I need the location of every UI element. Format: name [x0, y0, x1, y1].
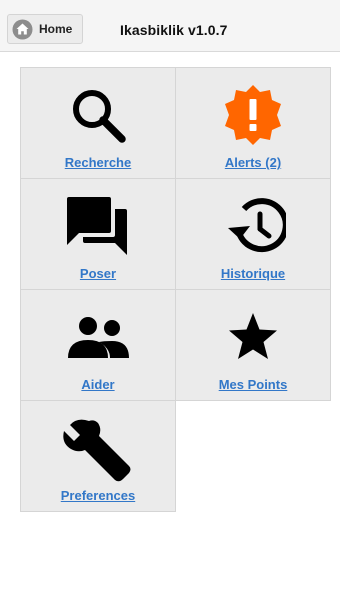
app-screen: Home Ikasbiklik v1.0.7 Recherche Alerts …: [0, 0, 340, 606]
search-icon: [63, 80, 133, 150]
tile-label-alerts[interactable]: Alerts (2): [176, 155, 330, 170]
home-button[interactable]: Home: [7, 14, 83, 44]
chat-bubbles-icon: [63, 191, 133, 261]
app-title: Ikasbiklik v1.0.7: [120, 22, 228, 38]
home-icon: [12, 19, 33, 40]
tile-preferences[interactable]: Preferences: [20, 400, 176, 512]
tile-label-mes-points[interactable]: Mes Points: [176, 377, 330, 392]
tile-label-historique[interactable]: Historique: [176, 266, 330, 281]
tile-aider[interactable]: Aider: [20, 289, 176, 401]
people-icon: [63, 302, 133, 372]
tile-label-poser[interactable]: Poser: [21, 266, 175, 281]
tile-historique[interactable]: Historique: [175, 178, 331, 290]
tile-alerts[interactable]: Alerts (2): [175, 67, 331, 179]
star-icon: [218, 302, 288, 372]
tile-label-preferences[interactable]: Preferences: [21, 488, 175, 503]
wrench-icon: [63, 413, 133, 483]
tile-label-recherche[interactable]: Recherche: [21, 155, 175, 170]
header-bar: Home Ikasbiklik v1.0.7: [0, 0, 340, 52]
history-icon: [218, 191, 288, 261]
tile-label-aider[interactable]: Aider: [21, 377, 175, 392]
alert-badge-icon: [218, 80, 288, 150]
tile-recherche[interactable]: Recherche: [20, 67, 176, 179]
tile-poser[interactable]: Poser: [20, 178, 176, 290]
tile-mes-points[interactable]: Mes Points: [175, 289, 331, 401]
home-button-label: Home: [39, 22, 73, 36]
menu-grid: Recherche Alerts (2) Poser Historique Ai…: [20, 67, 331, 512]
